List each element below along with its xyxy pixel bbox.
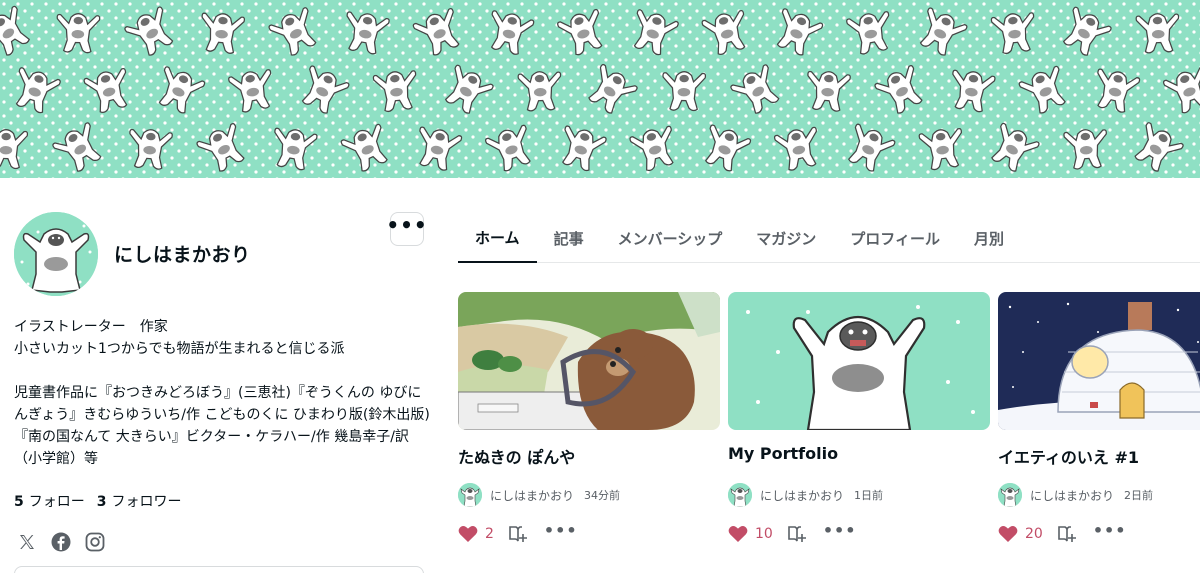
header-banner	[0, 0, 1200, 178]
tab-articles[interactable]: 記事	[537, 214, 601, 262]
yeti-pattern	[0, 0, 1200, 178]
article-meta: にしはまかおり 2日前	[998, 483, 1200, 507]
tab-profile[interactable]: プロフィール	[833, 214, 957, 262]
publish-time: 34分前	[584, 489, 621, 502]
creator-tabs: ホーム 記事 メンバーシップ マガジン プロフィール 月別	[458, 214, 1200, 263]
author-name[interactable]: にしはまかおり	[760, 487, 844, 504]
heart-icon	[998, 525, 1018, 542]
article-card[interactable]: たぬきの ぽんや にしはまかおり 34分前 2 •••	[458, 292, 720, 545]
heart-icon	[458, 525, 478, 542]
creator-bio: イラストレーター 作家 小さいカット1つからでも物語が生まれると信じる派 児童書…	[14, 319, 430, 467]
magazine-add-icon	[1058, 526, 1076, 542]
x-icon[interactable]	[16, 531, 38, 553]
tab-membership[interactable]: メンバーシップ	[601, 214, 740, 262]
article-more-button[interactable]: •••	[823, 523, 857, 545]
article-thumbnail[interactable]	[728, 292, 990, 430]
publish-time: 1日前	[854, 489, 884, 502]
article-title[interactable]: たぬきの ぽんや	[458, 444, 720, 467]
article-thumbnail[interactable]	[458, 292, 720, 430]
article-actions: 2 •••	[458, 523, 720, 545]
article-card[interactable]: イエティのいえ #1 にしはまかおり 2日前 20 •••	[998, 292, 1200, 545]
facebook-icon[interactable]	[50, 531, 72, 553]
like-button[interactable]: 20	[998, 525, 1043, 543]
tab-monthly[interactable]: 月別	[957, 214, 1021, 262]
article-card[interactable]: My Portfolio にしはまかおり 1日前 10 •••	[728, 292, 990, 545]
follower-count[interactable]: 3	[97, 494, 107, 510]
add-to-magazine-button[interactable]	[508, 525, 528, 543]
like-count: 2	[485, 526, 494, 542]
follow-label[interactable]: フォロー	[29, 494, 85, 510]
tab-magazine[interactable]: マガジン	[739, 214, 833, 262]
add-to-magazine-button[interactable]	[1057, 525, 1077, 543]
article-meta: にしはまかおり 1日前	[728, 483, 990, 507]
like-count: 20	[1025, 526, 1043, 542]
add-to-magazine-button[interactable]	[787, 525, 807, 543]
creator-name[interactable]: にしはまかおり	[114, 240, 251, 267]
author-name[interactable]: にしはまかおり	[1030, 487, 1114, 504]
publish-time: 2日前	[1124, 489, 1154, 502]
article-title[interactable]: My Portfolio	[728, 444, 990, 466]
article-more-button[interactable]: •••	[544, 523, 578, 545]
author-avatar[interactable]	[998, 483, 1022, 507]
like-button[interactable]: 10	[728, 525, 773, 543]
article-more-button[interactable]: •••	[1093, 523, 1127, 545]
follow-count[interactable]: 5	[14, 494, 24, 510]
like-button[interactable]: 2	[458, 525, 494, 543]
more-options-button[interactable]: •••	[386, 212, 427, 246]
article-thumbnail[interactable]	[998, 292, 1200, 430]
author-avatar[interactable]	[458, 483, 482, 507]
author-avatar[interactable]	[728, 483, 752, 507]
like-count: 10	[755, 526, 773, 542]
magazine-add-icon	[788, 526, 806, 542]
article-meta: にしはまかおり 34分前	[458, 483, 720, 507]
profile-bottom-box	[14, 566, 424, 573]
article-actions: 20 •••	[998, 523, 1200, 545]
tab-home[interactable]: ホーム	[458, 214, 537, 263]
article-actions: 10 •••	[728, 523, 990, 545]
follow-stats: 5 フォロー 3 フォロワー	[14, 491, 194, 511]
heart-icon	[728, 525, 748, 542]
follower-label[interactable]: フォロワー	[112, 494, 182, 510]
author-name[interactable]: にしはまかおり	[490, 487, 574, 504]
creator-avatar[interactable]	[14, 212, 98, 296]
article-title[interactable]: イエティのいえ #1	[998, 444, 1200, 467]
instagram-icon[interactable]	[84, 531, 106, 553]
social-links	[16, 531, 106, 553]
magazine-add-icon	[509, 526, 527, 542]
